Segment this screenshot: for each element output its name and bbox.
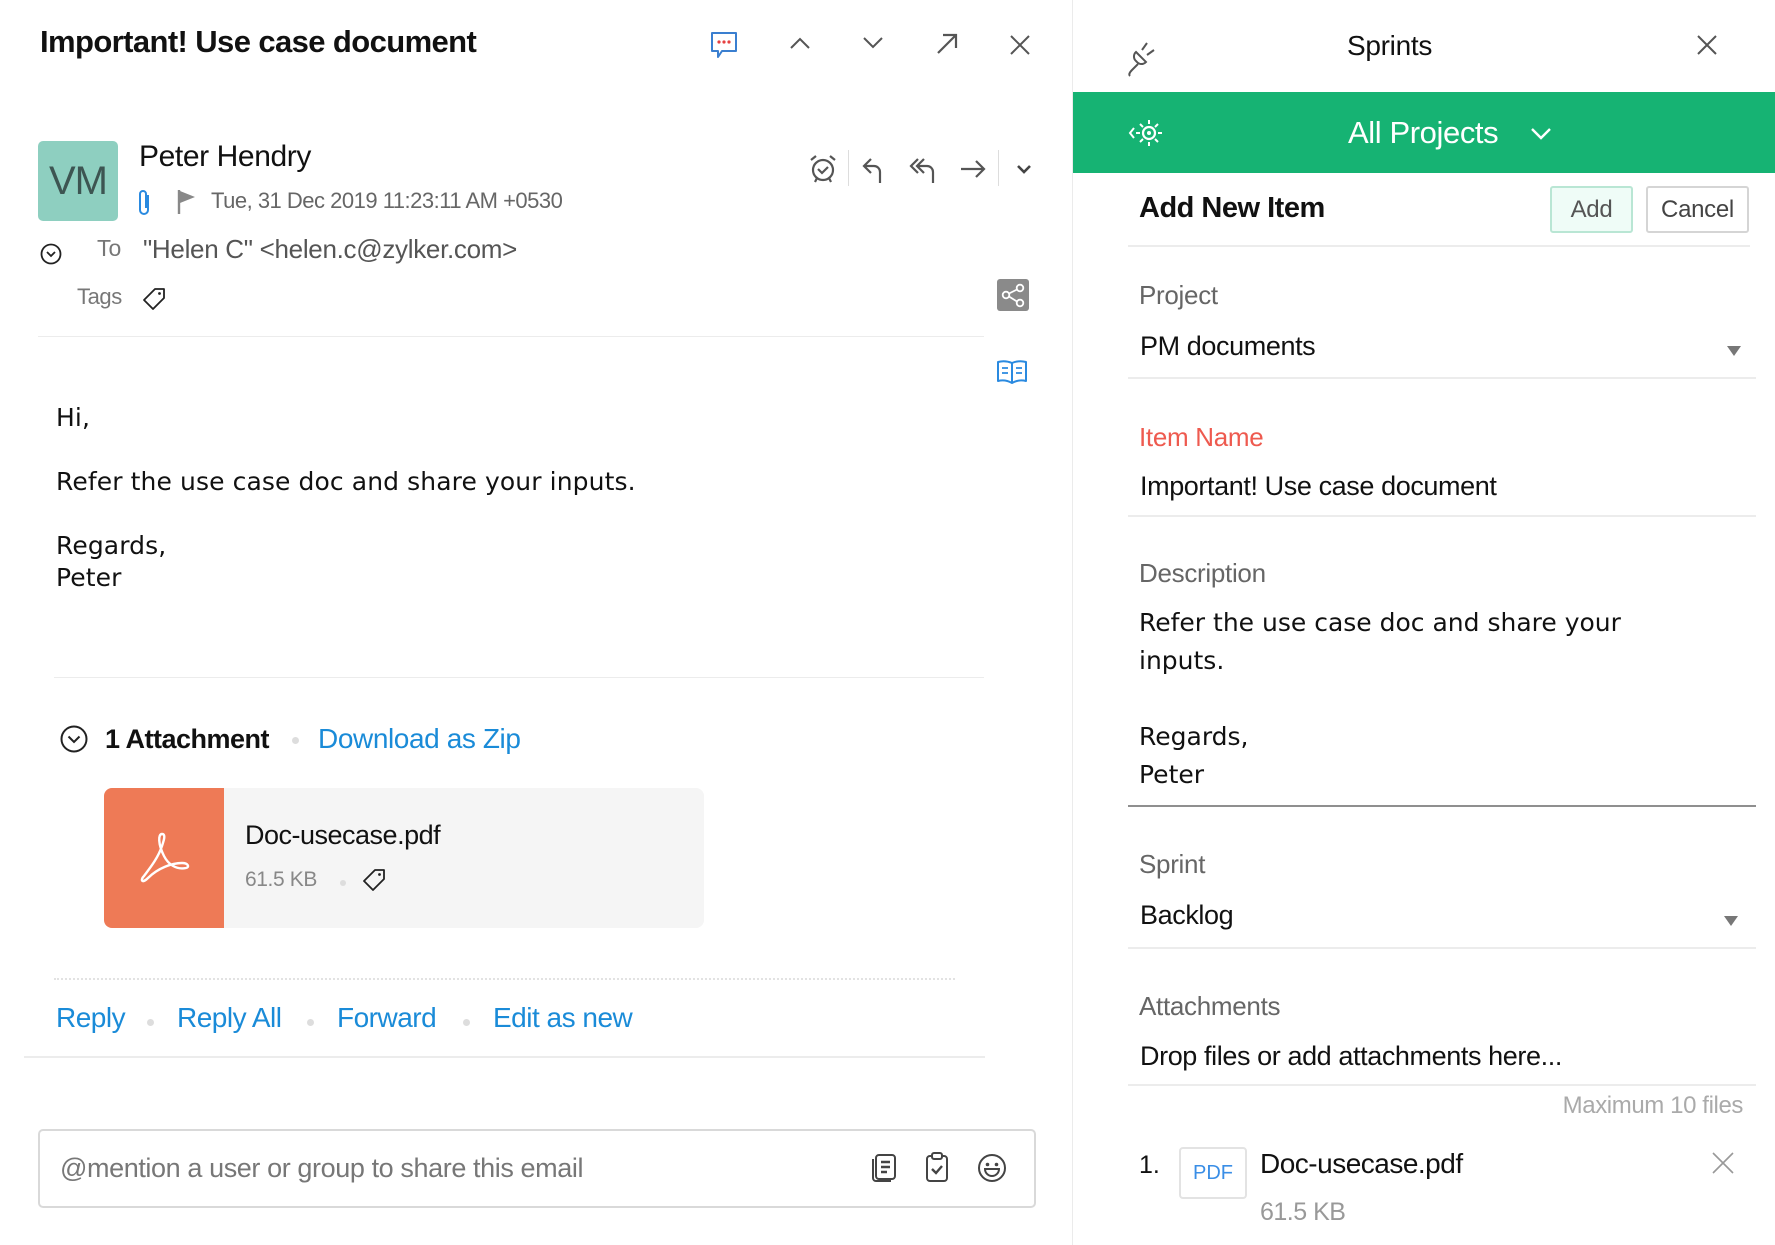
reply-link[interactable]: Reply [56, 1002, 126, 1034]
separator-dot [463, 1019, 470, 1026]
field-divider [1128, 947, 1756, 949]
description-line: inputs. [1139, 646, 1225, 675]
plug-icon[interactable] [1126, 38, 1156, 78]
project-selector[interactable]: All Projects [1348, 115, 1499, 151]
reply-all-link[interactable]: Reply All [177, 1002, 282, 1034]
attached-file-size: 61.5 KB [1260, 1198, 1346, 1226]
to-address[interactable]: "Helen C" <helen.c@zylker.com> [143, 234, 517, 265]
reminder-icon[interactable] [808, 155, 838, 184]
expand-recipients-icon[interactable] [40, 243, 62, 265]
sprint-dropdown-icon[interactable] [1724, 916, 1738, 926]
item-name-label: Item Name [1139, 422, 1264, 452]
description-line: Regards, [1139, 722, 1249, 751]
attachment-file-name[interactable]: Doc-usecase.pdf [245, 820, 441, 851]
mention-box [38, 1129, 1036, 1208]
project-label: Project [1139, 280, 1218, 310]
attachment-tag-icon[interactable] [362, 868, 386, 892]
toolbar-separator [848, 150, 849, 186]
collapse-attachments-icon[interactable] [60, 725, 88, 753]
project-dropdown-icon[interactable] [1727, 346, 1741, 356]
separator-dot [147, 1019, 154, 1026]
share-icon[interactable] [997, 279, 1029, 311]
sprint-label: Sprint [1139, 849, 1206, 879]
pop-out-icon[interactable] [935, 32, 959, 56]
panel-close-icon[interactable] [1696, 34, 1718, 56]
project-select[interactable]: PM documents [1140, 331, 1316, 362]
to-label: To [97, 235, 122, 261]
description-line: Peter [1139, 760, 1205, 789]
description-line: Refer the use case doc and share your [1139, 608, 1621, 637]
description-textarea[interactable]: Refer the use case doc and share your in… [1139, 604, 1739, 794]
settings-back-icon[interactable] [1128, 118, 1164, 148]
body-signature: Peter [56, 563, 122, 592]
attachment-file-size: 61.5 KB [245, 868, 317, 891]
attachment-card[interactable]: Doc-usecase.pdf 61.5 KB [104, 788, 704, 928]
close-icon[interactable] [1009, 34, 1031, 56]
project-dropdown-chevron-icon[interactable] [1530, 127, 1552, 141]
reply-all-icon[interactable] [909, 157, 937, 183]
separator-dot [307, 1019, 314, 1026]
item-name-input[interactable]: Important! Use case document [1140, 471, 1497, 502]
forward-icon[interactable] [960, 159, 986, 179]
download-as-zip-link[interactable]: Download as Zip [318, 723, 521, 755]
reading-mode-icon[interactable] [996, 359, 1028, 385]
cancel-button[interactable]: Cancel [1646, 186, 1749, 233]
tag-icon[interactable] [142, 287, 166, 311]
attachment-clip-icon [138, 189, 152, 216]
separator-dot [340, 880, 346, 886]
forward-link[interactable]: Forward [337, 1002, 437, 1034]
file-index: 1. [1139, 1151, 1160, 1179]
header-divider [38, 336, 984, 337]
chat-icon[interactable] [709, 31, 739, 59]
edit-as-new-link[interactable]: Edit as new [493, 1002, 633, 1034]
body-closing: Regards, [56, 531, 167, 560]
sprint-select[interactable]: Backlog [1140, 900, 1234, 931]
attachments-label: Attachments [1139, 991, 1281, 1021]
flag-icon[interactable] [177, 189, 197, 214]
body-text: Refer the use case doc and share your in… [56, 467, 636, 496]
avatar: VM [38, 141, 118, 221]
pdf-icon [136, 830, 192, 886]
footer-divider [24, 1056, 985, 1058]
description-line [1139, 680, 1739, 718]
reply-icon[interactable] [861, 157, 883, 183]
emoji-icon[interactable] [977, 1153, 1007, 1183]
tags-label: Tags [77, 284, 122, 309]
attachment-count: 1 Attachment [105, 724, 270, 754]
panel-title: Sprints [1347, 30, 1433, 61]
field-divider [1128, 1084, 1756, 1086]
description-active-underline [1128, 805, 1756, 807]
body-greeting: Hi, [56, 403, 90, 432]
pane-divider [1072, 0, 1073, 1245]
max-files-note: Maximum 10 files [1562, 1092, 1744, 1119]
heading-divider [1128, 245, 1750, 247]
description-label: Description [1139, 558, 1266, 588]
attachments-dropzone[interactable]: Drop files or add attachments here... [1140, 1041, 1562, 1072]
add-button[interactable]: Add [1550, 186, 1633, 233]
mail-date: Tue, 31 Dec 2019 11:23:11 AM +0530 [211, 188, 563, 213]
file-type-badge: PDF [1179, 1147, 1247, 1199]
toolbar-separator [998, 150, 999, 186]
mention-input[interactable] [60, 1131, 840, 1206]
separator-dot [292, 737, 299, 744]
sender-name[interactable]: Peter Hendry [139, 140, 311, 174]
body-divider [54, 677, 984, 678]
notes-icon[interactable] [871, 1153, 897, 1183]
form-heading: Add New Item [1139, 192, 1325, 224]
dotted-divider [54, 978, 955, 980]
mail-subject: Important! Use case document [40, 24, 477, 59]
previous-icon[interactable] [789, 36, 811, 50]
remove-file-icon[interactable] [1711, 1151, 1735, 1175]
field-divider [1128, 377, 1756, 379]
next-icon[interactable] [862, 36, 884, 50]
pdf-thumbnail [104, 788, 224, 928]
more-chevron-icon[interactable] [1016, 164, 1032, 174]
attached-file-name[interactable]: Doc-usecase.pdf [1260, 1148, 1463, 1180]
task-icon[interactable] [925, 1151, 949, 1183]
field-divider [1128, 515, 1756, 517]
